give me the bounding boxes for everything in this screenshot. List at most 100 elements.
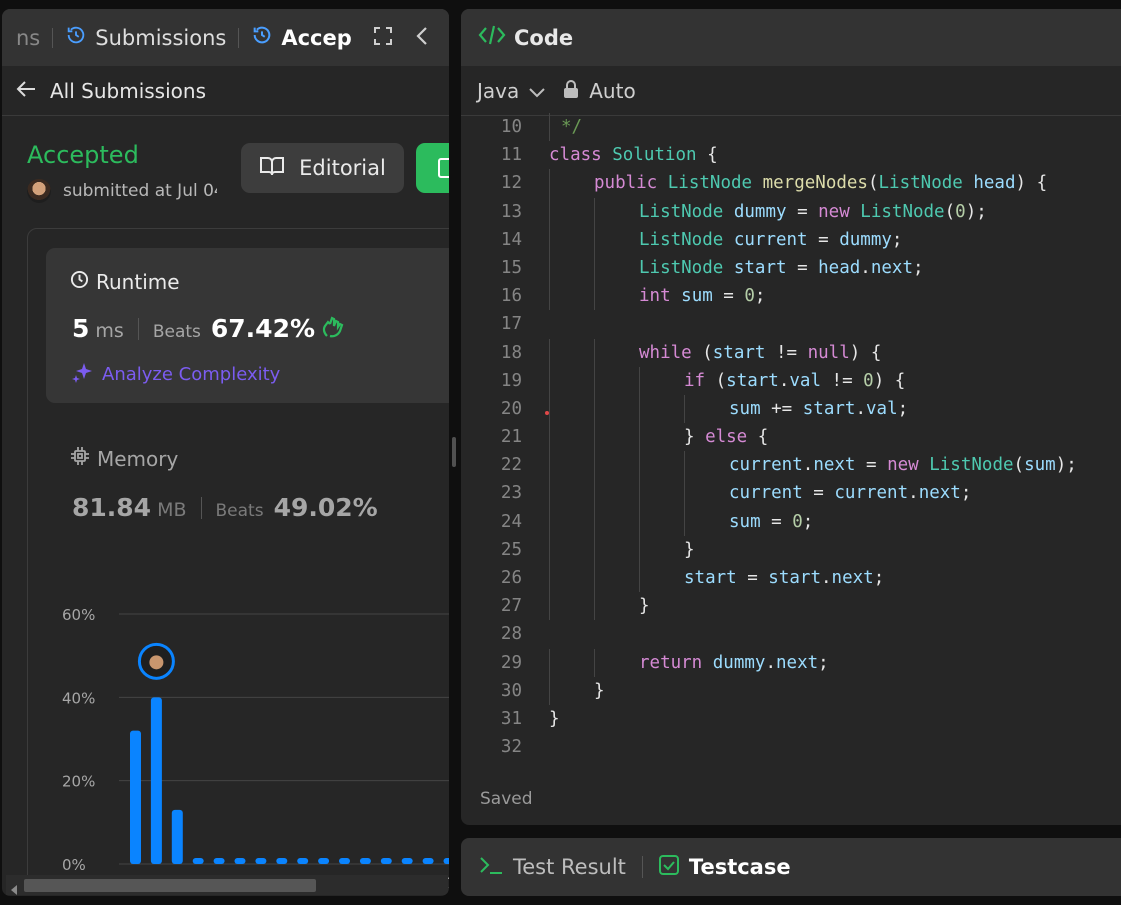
chart-bar[interactable] xyxy=(130,730,141,864)
chart-bar[interactable] xyxy=(192,858,204,864)
runtime-beats-value: 67.42% xyxy=(210,314,316,343)
code-line[interactable]: 19 if (start.val != 0) { xyxy=(461,366,1121,395)
code-line[interactable]: 12 public ListNode mergeNodes(ListNode he… xyxy=(461,169,1121,198)
chart-bar[interactable] xyxy=(234,858,246,864)
tab-test-result[interactable]: Test Result xyxy=(479,855,626,880)
code-line[interactable]: 24 sum = 0; xyxy=(461,507,1121,536)
indent-guide xyxy=(639,451,640,480)
line-code: start = start.next; xyxy=(684,568,885,588)
code-line[interactable]: 27} xyxy=(461,592,1121,621)
runtime-distribution-chart: 60%40%20%0%4ms9ms14ms19r xyxy=(62,606,450,879)
language-select[interactable]: Java xyxy=(477,79,545,103)
code-line[interactable]: 16 int sum = 0; xyxy=(461,282,1121,311)
left-tab-bar: ns Submissions Accep xyxy=(2,9,449,66)
collapse-left-icon[interactable] xyxy=(415,26,429,50)
panel-controls xyxy=(353,9,449,66)
indent-guide xyxy=(549,366,550,395)
chart-bar[interactable] xyxy=(339,858,350,864)
indent-guide xyxy=(594,648,595,677)
indent-guide xyxy=(594,592,595,621)
line-code: current = current.next; xyxy=(729,483,972,504)
edit-icon xyxy=(438,158,449,182)
code-line[interactable]: 18 while (start != null) { xyxy=(461,338,1121,367)
tab-divider xyxy=(238,27,240,48)
line-number: 13 xyxy=(500,201,522,222)
line-code: sum += start.val; xyxy=(729,398,909,419)
all-submissions-link[interactable]: All Submissions xyxy=(2,66,449,116)
chart-bar[interactable] xyxy=(401,858,413,864)
indent-guide xyxy=(549,451,550,480)
code-line[interactable]: 31} xyxy=(461,705,1121,733)
tab-accepted[interactable]: Accep xyxy=(251,9,352,66)
code-line[interactable]: 28 xyxy=(461,620,1121,648)
maximize-icon[interactable] xyxy=(373,26,393,50)
code-line[interactable]: 17 xyxy=(461,310,1121,338)
chart-bar[interactable] xyxy=(276,858,288,864)
line-number: 25 xyxy=(500,539,522,560)
code-line[interactable]: 22 current.next = new ListNode(sum); xyxy=(461,451,1121,480)
indent-guide xyxy=(549,592,550,621)
tab-submissions[interactable]: Submissions xyxy=(65,9,226,66)
analyze-complexity-link[interactable]: Analyze Complexity xyxy=(72,361,280,388)
indent-guide xyxy=(549,676,550,705)
indent-guide xyxy=(594,479,595,508)
code-line[interactable]: 15 ListNode start = head.next; xyxy=(461,253,1121,283)
avatar[interactable] xyxy=(27,179,51,203)
line-code: ListNode start = head.next; xyxy=(639,257,924,278)
code-line[interactable]: 23 current = current.next; xyxy=(461,479,1121,508)
chart-bar[interactable] xyxy=(422,858,434,864)
code-line[interactable]: 29 return dummy.next; xyxy=(461,648,1121,677)
chart-bar[interactable] xyxy=(443,858,450,864)
code-line[interactable]: 21} else { xyxy=(461,423,1121,452)
scroll-left-icon[interactable] xyxy=(10,880,18,896)
indent-guide xyxy=(549,282,550,311)
chart-bar[interactable] xyxy=(318,858,330,864)
submission-meta: submitted at Jul 04 xyxy=(27,179,217,203)
line-number: 30 xyxy=(500,680,522,701)
my-submission-avatar[interactable] xyxy=(137,642,175,680)
auto-mode[interactable]: Auto xyxy=(563,79,636,103)
y-tick-label: 40% xyxy=(62,689,95,707)
panel-resize-handle[interactable] xyxy=(452,437,456,467)
chart-bar[interactable] xyxy=(255,858,267,864)
chart-bar[interactable] xyxy=(213,858,225,864)
tab-partial[interactable]: ns xyxy=(2,9,40,66)
code-line[interactable]: 30} xyxy=(461,676,1121,705)
code-icon xyxy=(478,24,506,51)
chart-bar[interactable] xyxy=(150,697,162,864)
code-editor[interactable]: 10 */ 11 class Solution {12 public ListNode … xyxy=(461,113,1121,761)
chart-bar[interactable] xyxy=(171,809,183,864)
memory-value: 81.84 xyxy=(72,493,152,522)
editorial-button[interactable]: Editorial xyxy=(241,143,404,193)
runtime-value: 5 xyxy=(72,314,90,343)
solution-button[interactable] xyxy=(416,143,449,193)
submission-panel: ns Submissions Accep All Submissions Acc… xyxy=(2,9,449,896)
tab-divider xyxy=(52,27,54,48)
scrollbar-thumb[interactable] xyxy=(24,879,316,892)
line-code: } xyxy=(594,680,605,701)
code-line[interactable]: 14 ListNode current = dummy; xyxy=(461,225,1121,254)
runtime-card[interactable]: Runtime 5 ms Beats 67.42% Analyze Comple… xyxy=(46,248,449,403)
code-line[interactable]: 10 */ xyxy=(461,113,1121,142)
indent-guide xyxy=(684,451,685,480)
horizontal-scrollbar[interactable] xyxy=(6,875,448,895)
chart-bar[interactable] xyxy=(297,858,309,864)
line-code: public ListNode mergeNodes(ListNode head… xyxy=(594,173,1048,194)
indent-guide xyxy=(594,282,595,311)
code-line[interactable]: 11 class Solution { xyxy=(461,141,1121,169)
chart-bar[interactable] xyxy=(359,858,371,864)
code-line[interactable]: 13 ListNode dummy = new ListNode(0); xyxy=(461,197,1121,226)
code-line[interactable]: 32 xyxy=(461,733,1121,761)
runtime-title-label: Runtime xyxy=(96,270,180,294)
indent-guide xyxy=(549,648,550,677)
tab-testcase[interactable]: Testcase xyxy=(658,854,791,880)
runtime-beats-label: Beats xyxy=(152,322,201,342)
chart-bar[interactable] xyxy=(380,858,392,864)
line-number: 10 xyxy=(500,117,522,137)
code-line[interactable]: 26 start = start.next; xyxy=(461,564,1121,593)
clap-icon xyxy=(321,315,345,342)
code-line[interactable]: 20 sum += start.val; xyxy=(461,394,1121,424)
memory-title[interactable]: Memory xyxy=(70,446,178,471)
indent-guide xyxy=(594,394,595,424)
code-line[interactable]: 25} xyxy=(461,535,1121,564)
